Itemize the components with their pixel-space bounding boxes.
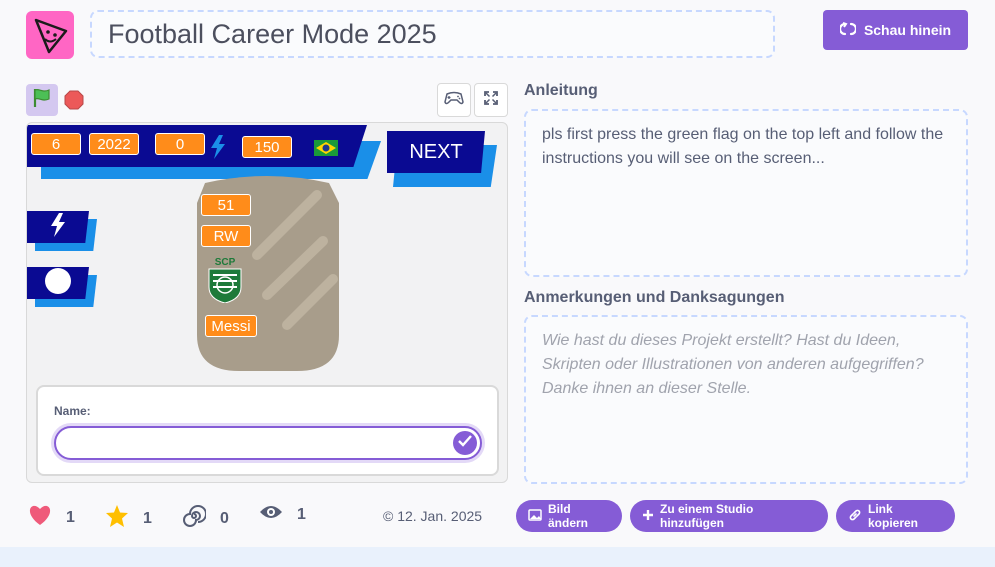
project-stage[interactable]: 6 2022 0 150 NEXT 51 RW SCP Messi Name: — [26, 122, 508, 483]
project-avatar-icon[interactable] — [26, 11, 74, 59]
favorite-count: 1 — [143, 509, 152, 527]
next-button[interactable]: NEXT — [387, 131, 499, 187]
checkmark-icon — [458, 434, 472, 452]
copy-link-button[interactable]: Link kopieren — [836, 500, 955, 532]
change-image-button[interactable]: Bild ändern — [516, 500, 622, 532]
view-stat: 1 — [259, 504, 306, 525]
instructions-heading: Anleitung — [524, 82, 598, 99]
ball-icon — [44, 267, 72, 299]
player-card: 51 RW SCP Messi — [197, 175, 339, 371]
plus-icon — [642, 509, 654, 524]
remix-spiral-icon — [182, 504, 207, 533]
heart-icon — [28, 504, 52, 531]
love-stat[interactable]: 1 — [28, 504, 75, 531]
player-rating: 51 — [201, 194, 251, 216]
player-position: RW — [201, 225, 251, 247]
notes-field[interactable]: Wie hast du dieses Projekt erstellt? Has… — [524, 315, 968, 484]
lightning-icon — [209, 135, 227, 164]
ask-prompt: Name: — [36, 385, 499, 476]
stop-icon[interactable] — [64, 90, 84, 110]
brazil-flag-icon — [314, 140, 338, 161]
star-icon — [105, 504, 129, 533]
remix-count: 0 — [220, 509, 229, 527]
green-flag-icon — [31, 87, 53, 114]
lightning-icon — [49, 212, 67, 242]
project-title-field[interactable]: Football Career Mode 2025 — [90, 10, 775, 58]
page-footer — [0, 547, 995, 567]
love-count: 1 — [66, 508, 75, 526]
copy-link-label: Link kopieren — [868, 502, 919, 530]
notes-heading: Anmerkungen und Danksagungen — [524, 289, 785, 306]
image-icon — [528, 508, 542, 524]
gamepad-icon — [444, 90, 464, 111]
change-image-label: Bild ändern — [548, 502, 589, 530]
ask-label: Name: — [54, 404, 91, 418]
energy-tab[interactable] — [27, 211, 97, 251]
submit-answer-button[interactable] — [453, 431, 477, 455]
remix-stat: 0 — [182, 504, 229, 533]
view-count: 1 — [297, 505, 306, 523]
energy-tab-body — [27, 211, 89, 243]
next-button-label: NEXT — [387, 131, 485, 173]
hud-value-year: 2022 — [89, 133, 139, 155]
share-date: © 12. Jan. 2025 — [383, 508, 483, 524]
green-flag-button[interactable] — [26, 84, 58, 116]
see-inside-label: Schau hinein — [863, 22, 952, 38]
hud-value-energy: 150 — [242, 136, 292, 158]
ball-tab-body — [27, 267, 89, 299]
ball-tab[interactable] — [27, 267, 97, 307]
fullscreen-button[interactable] — [474, 83, 508, 117]
hud-value-counter: 0 — [155, 133, 205, 155]
gamepad-button[interactable] — [437, 83, 471, 117]
add-to-studio-button[interactable]: Zu einem Studio hinzufügen — [630, 500, 828, 532]
club-badge-text: SCP — [214, 257, 236, 268]
eye-icon — [259, 504, 283, 525]
add-to-studio-label: Zu einem Studio hinzufügen — [660, 502, 754, 530]
notes-placeholder: Wie hast du dieses Projekt erstellt? Has… — [542, 332, 924, 397]
link-icon — [848, 508, 862, 525]
remix-icon — [838, 21, 857, 40]
see-inside-button[interactable]: Schau hinein — [823, 10, 968, 50]
instructions-field[interactable]: pls first press the green flag on the to… — [524, 109, 968, 277]
hud-value-age: 6 — [31, 133, 81, 155]
favorite-stat[interactable]: 1 — [105, 504, 152, 533]
project-title: Football Career Mode 2025 — [108, 18, 437, 49]
player-name: Messi — [205, 315, 257, 337]
fullscreen-icon — [483, 90, 499, 111]
club-badge-icon: SCP — [207, 257, 243, 304]
name-input[interactable] — [54, 426, 482, 460]
instructions-text: pls first press the green flag on the to… — [542, 126, 944, 167]
